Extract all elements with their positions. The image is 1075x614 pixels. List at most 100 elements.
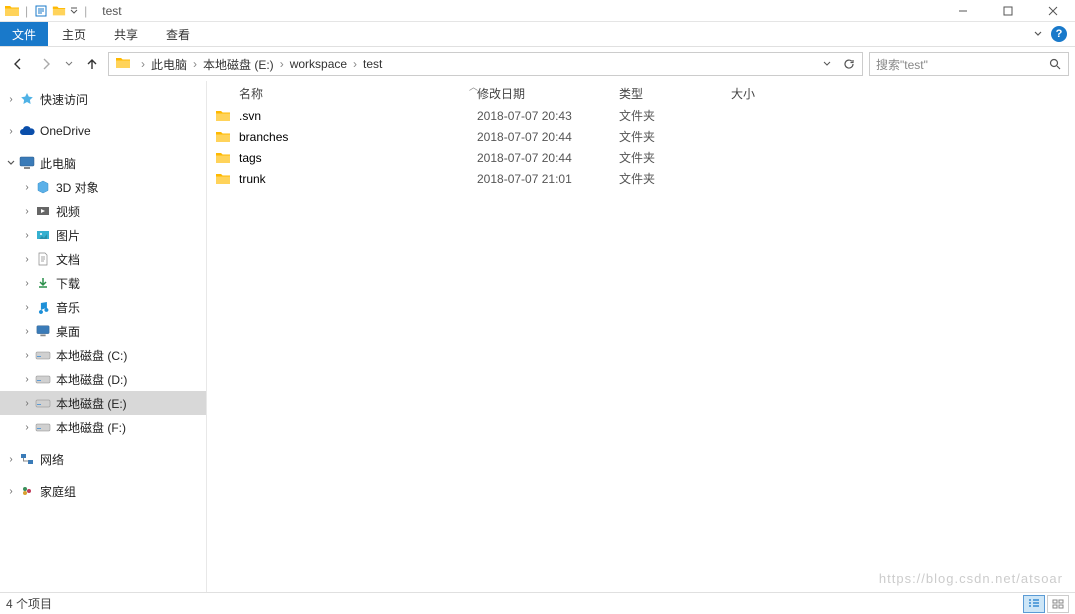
chevron-right-icon[interactable]: › (20, 326, 34, 337)
sidebar-label: 音乐 (56, 299, 80, 316)
chevron-right-icon[interactable]: › (189, 57, 201, 71)
music-icon (34, 299, 52, 315)
sidebar-drive-d[interactable]: › 本地磁盘 (D:) (0, 367, 206, 391)
chevron-right-icon[interactable]: › (4, 454, 18, 465)
search-icon[interactable] (1049, 58, 1062, 71)
close-button[interactable] (1030, 0, 1075, 22)
sidebar-drive-c[interactable]: ›本地磁盘 (C:) (0, 343, 206, 367)
sidebar-label: OneDrive (40, 124, 91, 138)
column-header-size[interactable]: 大小 (731, 85, 811, 102)
chevron-right-icon[interactable]: › (20, 278, 34, 289)
ribbon-tab-share[interactable]: 共享 (100, 22, 152, 46)
file-row[interactable]: tags2018-07-07 20:44文件夹 (207, 147, 1075, 168)
column-header-name[interactable]: 名称 (215, 85, 477, 102)
minimize-button[interactable] (940, 0, 985, 22)
sidebar-3d-objects[interactable]: › 3D 对象 (0, 175, 206, 199)
window-title: test (102, 4, 121, 18)
file-list-area: 名称 修改日期 类型 大小 ︿ .svn2018-07-07 20:43文件夹b… (207, 81, 1075, 592)
chevron-right-icon[interactable]: › (20, 398, 34, 409)
drive-icon (34, 395, 52, 411)
ribbon-tab-home[interactable]: 主页 (48, 22, 100, 46)
qat-folder-icon[interactable] (51, 3, 67, 19)
file-type: 文件夹 (619, 149, 731, 166)
file-type: 文件夹 (619, 107, 731, 124)
qat-dropdown-icon[interactable] (69, 3, 79, 19)
desktop-icon (34, 323, 52, 339)
properties-icon[interactable] (33, 3, 49, 19)
address-dropdown-icon[interactable] (816, 53, 838, 75)
breadcrumb-item[interactable]: 此电脑 (149, 56, 189, 73)
sidebar-music[interactable]: › 音乐 (0, 295, 206, 319)
ribbon-expand-icon[interactable] (1033, 29, 1043, 39)
file-row[interactable]: .svn2018-07-07 20:43文件夹 (207, 105, 1075, 126)
sidebar-downloads[interactable]: ›下载 (0, 271, 206, 295)
folder-icon (215, 129, 231, 145)
sidebar-drive-f[interactable]: › 本地磁盘 (F:) (0, 415, 206, 439)
file-row[interactable]: branches2018-07-07 20:44文件夹 (207, 126, 1075, 147)
column-headers: 名称 修改日期 类型 大小 ︿ (207, 81, 1075, 105)
chevron-right-icon[interactable]: › (20, 254, 34, 265)
sidebar-label: 桌面 (56, 323, 80, 340)
column-header-type[interactable]: 类型 (619, 85, 731, 102)
chevron-right-icon[interactable]: › (4, 486, 18, 497)
ribbon-tab-view[interactable]: 查看 (152, 22, 204, 46)
chevron-right-icon[interactable]: › (137, 57, 149, 71)
maximize-button[interactable] (985, 0, 1030, 22)
sidebar-quick-access[interactable]: ›快速访问 (0, 87, 206, 111)
sidebar: ›快速访问 › OneDrive 此电脑 › 3D 对象 ›视频 ›图片 › 文档 ›… (0, 81, 207, 592)
back-button[interactable] (6, 52, 30, 76)
chevron-right-icon[interactable]: › (20, 182, 34, 193)
file-row[interactable]: trunk2018-07-07 21:01文件夹 (207, 168, 1075, 189)
folder-icon (215, 171, 231, 187)
view-large-icons-button[interactable] (1047, 595, 1069, 613)
sidebar-this-pc[interactable]: 此电脑 (0, 151, 206, 175)
help-icon[interactable]: ? (1051, 26, 1067, 42)
chevron-right-icon[interactable]: › (20, 206, 34, 217)
star-icon (18, 91, 36, 107)
homegroup-icon (18, 483, 36, 499)
breadcrumb-item[interactable]: workspace (288, 57, 349, 71)
chevron-right-icon[interactable]: › (20, 302, 34, 313)
search-input[interactable]: 搜索"test" (869, 52, 1069, 76)
sidebar-homegroup[interactable]: ›家庭组 (0, 479, 206, 503)
sidebar-drive-e[interactable]: ›本地磁盘 (E:) (0, 391, 206, 415)
file-type: 文件夹 (619, 170, 731, 187)
document-icon (34, 251, 52, 267)
chevron-right-icon[interactable]: › (20, 350, 34, 361)
drive-icon (34, 347, 52, 363)
chevron-right-icon[interactable]: › (4, 94, 18, 105)
ribbon-tab-file[interactable]: 文件 (0, 22, 48, 46)
address-bar[interactable]: › 此电脑 › 本地磁盘 (E:) › workspace › test (108, 52, 863, 76)
chevron-right-icon[interactable]: › (4, 126, 18, 137)
chevron-right-icon[interactable]: › (276, 57, 288, 71)
file-name: .svn (239, 109, 261, 123)
download-icon (34, 275, 52, 291)
view-details-button[interactable] (1023, 595, 1045, 613)
up-button[interactable] (80, 52, 104, 76)
refresh-button[interactable] (838, 53, 860, 75)
history-dropdown-icon[interactable] (62, 52, 76, 76)
watermark: https://blog.csdn.net/atsoar (879, 571, 1063, 586)
sidebar-label: 本地磁盘 (F:) (56, 419, 126, 436)
sidebar-network[interactable]: ›网络 (0, 447, 206, 471)
sidebar-documents[interactable]: › 文档 (0, 247, 206, 271)
sidebar-desktop[interactable]: › 桌面 (0, 319, 206, 343)
sidebar-onedrive[interactable]: › OneDrive (0, 119, 206, 143)
file-date: 2018-07-07 20:44 (477, 130, 619, 144)
breadcrumb-item[interactable]: 本地磁盘 (E:) (201, 56, 276, 73)
sidebar-pictures[interactable]: ›图片 (0, 223, 206, 247)
chevron-right-icon[interactable]: › (20, 374, 34, 385)
status-count: 4 个项目 (6, 595, 52, 612)
sidebar-label: 3D 对象 (56, 179, 99, 196)
sidebar-videos[interactable]: ›视频 (0, 199, 206, 223)
sidebar-label: 本地磁盘 (D:) (56, 371, 127, 388)
chevron-down-icon[interactable] (4, 159, 18, 167)
breadcrumb-item[interactable]: test (361, 57, 384, 71)
sidebar-label: 文档 (56, 251, 80, 268)
chevron-right-icon[interactable]: › (349, 57, 361, 71)
forward-button[interactable] (34, 52, 58, 76)
chevron-right-icon[interactable]: › (20, 230, 34, 241)
column-header-date[interactable]: 修改日期 (477, 85, 619, 102)
chevron-right-icon[interactable]: › (20, 422, 34, 433)
drive-icon (34, 419, 52, 435)
